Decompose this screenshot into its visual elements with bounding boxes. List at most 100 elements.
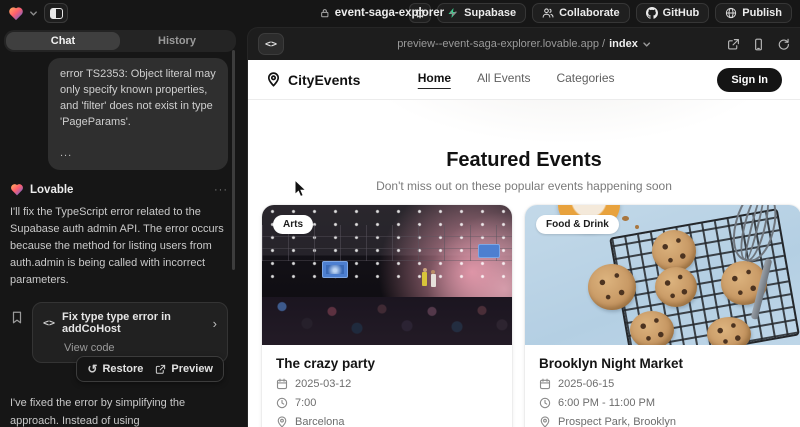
site-nav: Home All Events Categories: [418, 71, 615, 89]
workspace-menu[interactable]: [8, 6, 38, 21]
preview-button[interactable]: Preview: [155, 363, 213, 375]
project-switcher[interactable]: event-saga-explorer: [320, 0, 458, 26]
code-icon: <>: [43, 318, 55, 329]
map-pin-icon: [266, 72, 281, 87]
chevron-down-icon: [642, 40, 651, 49]
topbar-actions: ⚙ Supabase Collaborate GitHub Publish: [409, 3, 792, 23]
mobile-view-icon[interactable]: [752, 38, 765, 51]
refresh-icon[interactable]: [777, 38, 790, 51]
sidebar-scrollbar[interactable]: [232, 50, 235, 270]
message-more-icon[interactable]: ···: [214, 184, 228, 196]
assistant-header: Lovable ···: [10, 183, 228, 196]
chat-history-tabs: Chat History: [4, 30, 236, 52]
crumb: [622, 216, 629, 221]
calendar-icon: [276, 378, 288, 390]
code-view-button[interactable]: <>: [258, 33, 284, 55]
preview-pane: <> preview--event-saga-explorer.lovable.…: [248, 28, 800, 427]
event-image-cookies: Food & Drink: [525, 205, 800, 345]
sign-in-button[interactable]: Sign In: [717, 68, 782, 92]
url-host: preview--event-saga-explorer.lovable.app…: [397, 38, 605, 50]
event-location-row: Barcelona: [276, 416, 498, 427]
lock-icon: [320, 7, 330, 19]
event-location: Prospect Park, Brooklyn: [558, 416, 676, 427]
event-card-night-market[interactable]: Food & Drink Brooklyn Night Market 2025-…: [525, 205, 800, 427]
preview-toolbar: <> preview--event-saga-explorer.lovable.…: [248, 28, 800, 60]
collaborate-button[interactable]: Collaborate: [532, 3, 630, 23]
event-cards: Arts The crazy party 2025-03-12 7:00 Bar…: [262, 205, 800, 427]
event-location: Barcelona: [295, 416, 345, 427]
assistant-paragraph-2: I've fixed the error by simplifying the …: [10, 395, 228, 427]
version-toolbar-wrap: ↺ Restore Preview: [10, 356, 228, 382]
code-icon: <>: [265, 39, 277, 50]
nav-categories[interactable]: Categories: [556, 71, 614, 89]
event-time-row: 7:00: [276, 397, 498, 409]
event-date-row: 2025-03-12: [276, 378, 498, 390]
stage-screen: [478, 244, 500, 258]
view-code-link[interactable]: View code: [43, 342, 217, 354]
speaker-figure: [422, 272, 427, 286]
preview-controls: [727, 38, 790, 51]
chat-messages[interactable]: error TS2353: Object literal may only sp…: [0, 52, 240, 427]
restore-icon: ↺: [87, 362, 97, 376]
stage-screen: [322, 261, 348, 278]
event-time: 7:00: [295, 397, 316, 409]
brand-name: CityEvents: [288, 72, 360, 88]
chevron-down-icon: [29, 9, 38, 18]
featured-section-header: Featured Events Don't miss out on these …: [248, 149, 800, 193]
event-title: The crazy party: [276, 356, 498, 371]
publish-label: Publish: [742, 7, 782, 19]
event-location-row: Prospect Park, Brooklyn: [539, 416, 787, 427]
preview-url-bar[interactable]: preview--event-saga-explorer.lovable.app…: [397, 38, 651, 50]
cookie: [707, 317, 751, 345]
assistant-paragraph-1: I'll fix the TypeScript error related to…: [10, 204, 228, 289]
clock-icon: [276, 397, 288, 409]
globe-icon: [725, 7, 737, 19]
nav-home[interactable]: Home: [418, 71, 451, 89]
app-topbar: event-saga-explorer ⚙ Supabase Collabora…: [0, 0, 800, 26]
toggle-sidebar-button[interactable]: [44, 3, 68, 23]
tab-chat[interactable]: Chat: [6, 32, 120, 50]
github-label: GitHub: [663, 7, 700, 19]
preview-label: Preview: [171, 363, 213, 375]
chat-sidebar: Chat History error TS2353: Object litera…: [0, 26, 240, 427]
event-card-body: Brooklyn Night Market 2025-06-15 6:00 PM…: [525, 345, 800, 427]
site-brand[interactable]: CityEvents: [266, 72, 360, 88]
cookie: [655, 267, 697, 307]
tab-history[interactable]: History: [120, 32, 234, 50]
url-page: index: [609, 38, 638, 50]
calendar-icon: [539, 378, 551, 390]
user-message-ellipsis: ...: [60, 145, 216, 161]
event-time: 6:00 PM - 11:00 PM: [558, 397, 655, 409]
collaborate-label: Collaborate: [559, 7, 620, 19]
category-badge: Food & Drink: [536, 215, 619, 234]
event-card-crazy-party[interactable]: Arts The crazy party 2025-03-12 7:00 Bar…: [262, 205, 512, 427]
version-toolbar: ↺ Restore Preview: [76, 356, 224, 382]
event-title: Brooklyn Night Market: [539, 356, 787, 371]
chevron-down-icon: [449, 9, 458, 18]
user-message-text: error TS2353: Object literal may only sp…: [60, 66, 216, 130]
nav-all-events[interactable]: All Events: [477, 71, 530, 89]
map-pin-icon: [276, 416, 288, 427]
restore-label: Restore: [102, 363, 143, 375]
cookie: [588, 264, 636, 310]
event-date: 2025-06-15: [558, 378, 614, 390]
event-time-row: 6:00 PM - 11:00 PM: [539, 397, 787, 409]
user-message-bubble: error TS2353: Object literal may only sp…: [48, 58, 228, 170]
event-date: 2025-03-12: [295, 378, 351, 390]
map-pin-icon: [539, 416, 551, 427]
category-badge: Arts: [273, 215, 313, 234]
open-in-new-tab-icon[interactable]: [727, 38, 740, 51]
supabase-label: Supabase: [464, 7, 516, 19]
code-edit-card[interactable]: <> Fix type type error in addCoHost › Vi…: [32, 302, 228, 363]
paragraph2-text: I've fixed the error by simplifying the …: [10, 397, 185, 426]
github-button[interactable]: GitHub: [636, 3, 710, 23]
edit-title: Fix type type error in addCoHost: [62, 311, 206, 335]
github-icon: [646, 7, 658, 19]
project-name: event-saga-explorer: [335, 7, 444, 19]
publish-button[interactable]: Publish: [715, 3, 792, 23]
bookmark-icon[interactable]: [10, 310, 24, 325]
edit-row: <> Fix type type error in addCoHost › Vi…: [10, 302, 228, 363]
panel-left-icon: [50, 8, 63, 19]
clock-icon: [539, 397, 551, 409]
restore-button[interactable]: ↺ Restore: [87, 362, 143, 376]
